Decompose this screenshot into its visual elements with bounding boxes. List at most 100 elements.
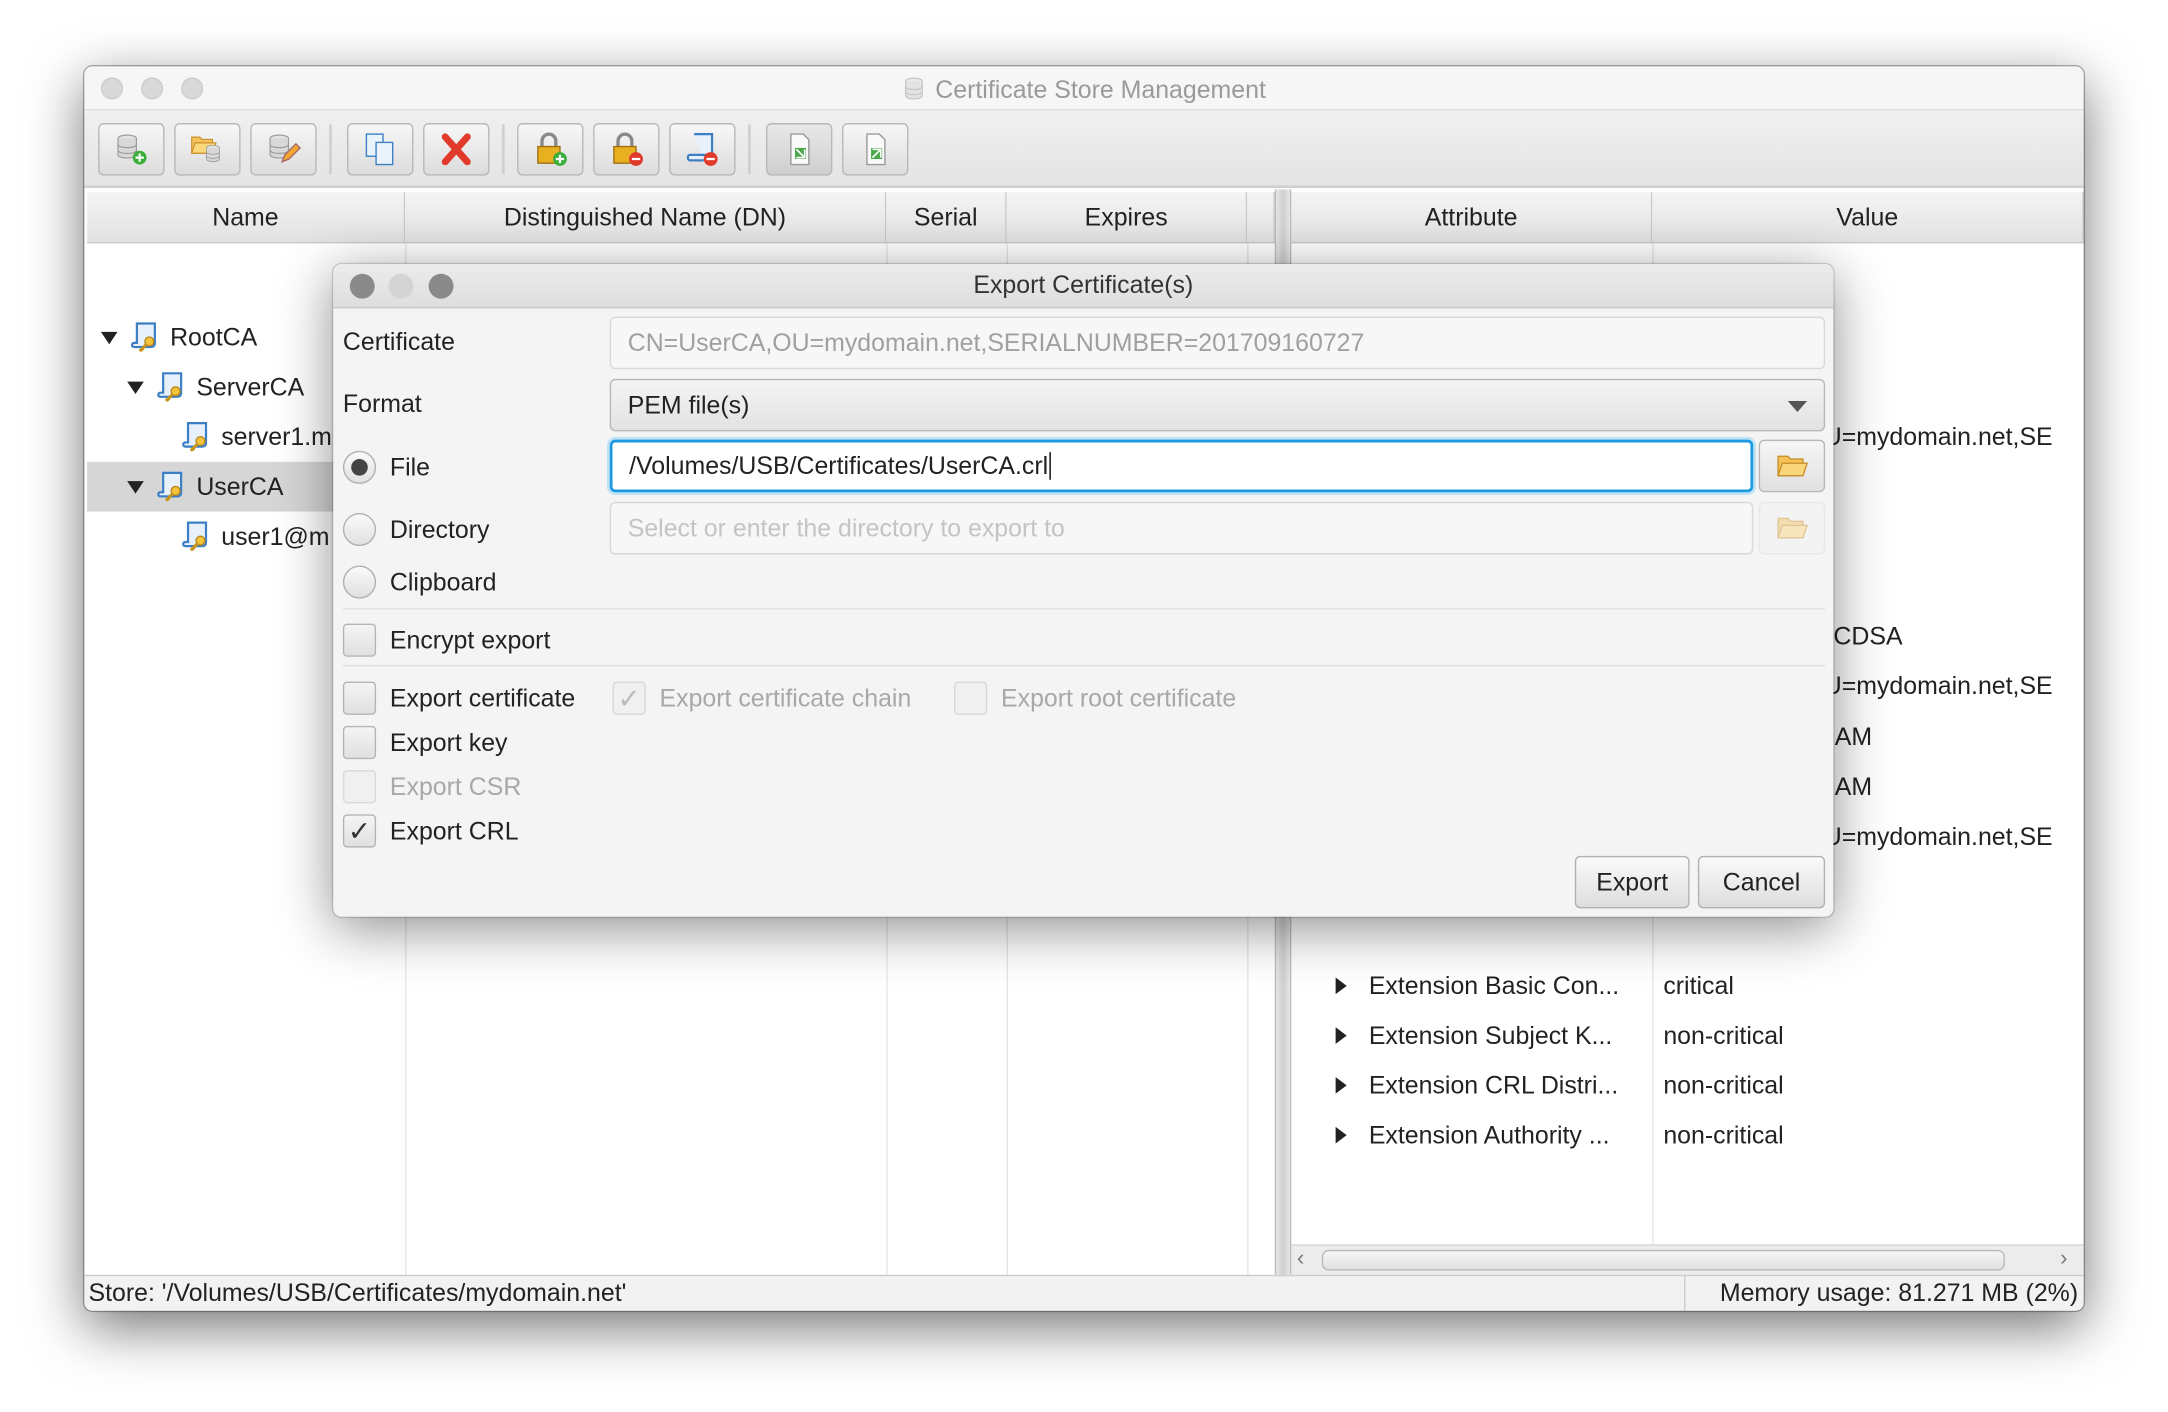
remove-key-button[interactable] <box>593 123 660 176</box>
checkbox-label: Export key <box>389 727 508 756</box>
export-key-checkbox[interactable]: Export key <box>342 725 508 760</box>
certificate-field: CN=UserCA,OU=mydomain.net,SERIALNUMBER=2… <box>609 316 1826 370</box>
directory-radio[interactable]: Directory <box>342 512 490 547</box>
details-row-extension[interactable]: Extension Authority ... non-critical <box>1335 1110 2069 1160</box>
lock-add-icon <box>537 132 567 166</box>
cancel-button-label: Cancel <box>1722 867 1801 896</box>
value-text: U=mydomain.net,SE <box>1823 422 2053 451</box>
column-header-expires[interactable]: Expires <box>1006 192 1248 244</box>
new-store-button[interactable] <box>98 123 165 176</box>
details-row-extension[interactable]: Extension CRL Distri... non-critical <box>1335 1060 2069 1110</box>
column-header-attribute[interactable]: Attribute <box>1291 192 1653 244</box>
clipboard-radio-button[interactable] <box>342 565 377 599</box>
expanded-arrow-icon[interactable] <box>127 480 144 493</box>
edit-store-button[interactable] <box>250 123 317 176</box>
memory-usage-status: Memory usage: 81.271 MB (2%) <box>1719 1278 2079 1307</box>
checkbox <box>342 770 377 804</box>
checkbox[interactable] <box>342 725 377 760</box>
checkbox-checked[interactable]: ✓ <box>342 814 377 848</box>
column-header-label: Attribute <box>1424 202 1518 231</box>
value-cell: AM <box>1835 712 1872 762</box>
details-row-extension[interactable]: Extension Subject K... non-critical <box>1335 1011 2069 1061</box>
file-path-input[interactable]: /Volumes/USB/Certificates/UserCA.crl <box>609 439 1754 493</box>
folder-database-icon <box>191 136 220 163</box>
format-label: Format <box>342 389 422 418</box>
encrypt-export-checkbox[interactable]: Encrypt export <box>342 623 551 657</box>
copy-button[interactable] <box>347 123 414 176</box>
file-radio-button[interactable] <box>342 450 377 484</box>
tree-row-label: ServerCA <box>196 372 305 401</box>
delete-button[interactable] <box>423 123 490 176</box>
text-cursor <box>1049 452 1051 480</box>
collapsed-arrow-icon[interactable] <box>1335 1126 1347 1144</box>
toolbar-separator <box>501 124 505 175</box>
scroll-right-icon[interactable]: › <box>2060 1247 2067 1272</box>
toolbar <box>84 110 2084 189</box>
value-text: AM <box>1834 772 1873 800</box>
directory-radio-button[interactable] <box>342 512 377 547</box>
database-add-icon <box>117 134 147 165</box>
remove-certificate-button[interactable] <box>669 123 736 176</box>
export-certificate-checkbox[interactable]: Export certificate <box>342 681 575 715</box>
column-header-filler <box>1247 192 1275 244</box>
export-icon <box>866 133 886 166</box>
dialog-title-bar: Export Certificate(s) <box>333 264 1834 309</box>
certificate-key-icon <box>180 520 213 553</box>
directory-radio-label: Directory <box>389 515 490 543</box>
tree-row-label: user1@m <box>221 521 330 550</box>
expanded-arrow-icon[interactable] <box>100 331 118 344</box>
value-cell: U=mydomain.net,SE <box>1824 812 2053 862</box>
column-header-name[interactable]: Name <box>87 192 406 244</box>
collapsed-arrow-icon[interactable] <box>1335 1077 1347 1094</box>
scrollbar-thumb[interactable] <box>1321 1249 2005 1271</box>
certificate-key-icon <box>180 420 213 453</box>
certificate-label: Certificate <box>342 327 455 356</box>
column-header-label: Distinguished Name (DN) <box>503 202 787 231</box>
browse-file-button[interactable] <box>1758 439 1826 493</box>
file-radio[interactable]: File <box>342 450 430 484</box>
toolbar-separator <box>748 124 751 175</box>
export-crl-checkbox[interactable]: ✓ Export CRL <box>342 814 519 848</box>
scroll-left-icon[interactable]: ‹ <box>1297 1247 1304 1272</box>
collapsed-arrow-icon[interactable] <box>1335 977 1347 995</box>
browse-directory-button <box>1758 501 1826 555</box>
horizontal-scrollbar[interactable]: ‹ › <box>1291 1244 2084 1275</box>
open-store-button[interactable] <box>174 123 241 176</box>
checkbox-label: Export certificate chain <box>659 683 912 712</box>
clipboard-radio[interactable]: Clipboard <box>342 565 497 599</box>
folder-open-icon <box>1774 449 1810 482</box>
checkbox-label: Encrypt export <box>389 625 551 654</box>
delete-x-icon <box>441 133 471 166</box>
import-button[interactable] <box>765 123 833 176</box>
column-header-serial[interactable]: Serial <box>886 192 1007 244</box>
tree-row-label: UserCA <box>196 472 284 500</box>
tree-row-label: RootCA <box>170 322 258 351</box>
export-button[interactable]: Export <box>1574 855 1690 909</box>
database-edit-icon <box>269 134 302 164</box>
export-button[interactable] <box>842 123 909 176</box>
column-header-value[interactable]: Value <box>1652 192 2084 244</box>
database-icon <box>902 75 927 103</box>
add-key-button[interactable] <box>517 123 584 176</box>
column-header-label: Value <box>1836 202 1899 231</box>
checkbox-label: Export CRL <box>389 816 519 845</box>
column-header-dn[interactable]: Distinguished Name (DN) <box>405 192 887 244</box>
certificate-value: CN=UserCA,OU=mydomain.net,SERIALNUMBER=2… <box>627 328 1365 357</box>
column-header-label: Expires <box>1084 202 1168 231</box>
expanded-arrow-icon[interactable] <box>127 380 144 394</box>
details-row-extension[interactable]: Extension Basic Con... critical <box>1335 961 2069 1011</box>
value-text: non-critical <box>1663 1120 1784 1149</box>
cancel-button[interactable]: Cancel <box>1697 855 1826 909</box>
checkbox[interactable] <box>342 681 377 715</box>
clipboard-radio-label: Clipboard <box>389 567 497 596</box>
value-text: AM <box>1834 722 1873 751</box>
checkbox[interactable] <box>342 623 377 657</box>
format-dropdown[interactable]: PEM file(s) <box>609 378 1826 432</box>
export-csr-checkbox: Export CSR <box>342 770 521 804</box>
collapsed-arrow-icon[interactable] <box>1335 1027 1347 1044</box>
format-selected-value: PEM file(s) <box>627 390 750 419</box>
certificate-remove-icon <box>686 133 718 166</box>
value-text: CDSA <box>1833 621 1903 650</box>
attribute-text: Extension Subject K... <box>1368 1021 1613 1049</box>
checkbox-label: Export root certificate <box>1001 683 1237 712</box>
